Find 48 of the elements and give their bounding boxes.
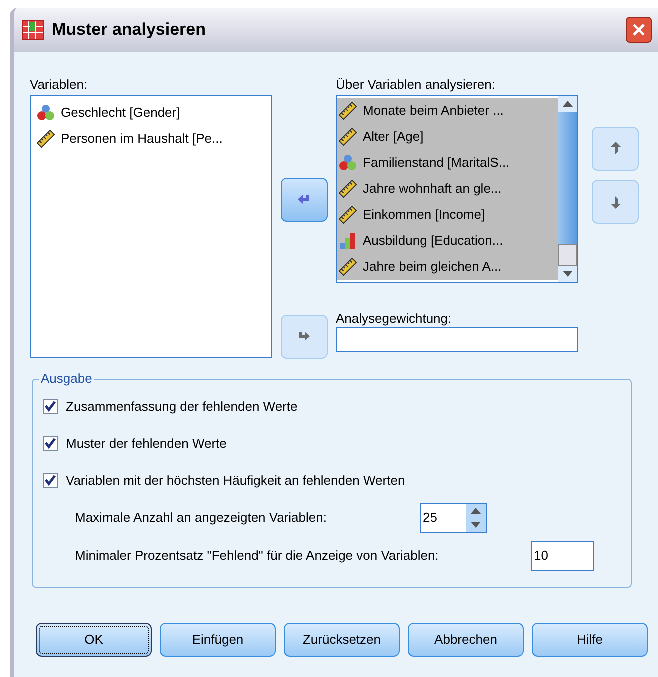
checkbox-label: Muster der fehlenden Werte: [66, 434, 227, 453]
list-label: Variablen:: [30, 76, 89, 94]
scroll-down-icon[interactable]: [562, 271, 572, 277]
dialog-button[interactable]: OK: [36, 623, 152, 657]
balls-icon: [37, 104, 55, 122]
checkmark-icon: [44, 400, 57, 413]
variable-item[interactable]: Einkommen [Income]: [337, 202, 558, 228]
window-title: Muster analysieren: [52, 19, 206, 42]
list-label: Über Variablen analysieren:: [336, 76, 496, 94]
variable-list[interactable]: Geschlecht [Gender] Personen im Haushalt [Pe...: [30, 95, 272, 358]
grid-icon: [22, 20, 44, 40]
variable-item[interactable]: Personen im Haushalt [Pe...: [35, 126, 267, 152]
arrow-button[interactable]: [280, 178, 328, 222]
checkbox-label: Variablen mit der höchsten Häufigkeit an fehlenden Werten: [66, 472, 406, 490]
weight-field[interactable]: [336, 327, 578, 352]
close-icon: [632, 23, 646, 37]
variable-item[interactable]: Geschlecht [Gender]: [35, 100, 267, 126]
scrollbar[interactable]: [558, 96, 577, 282]
scroll-thumb[interactable]: [558, 244, 577, 266]
checkbox[interactable]: [43, 399, 58, 414]
field-label: Analysegewichtung:: [336, 310, 453, 327]
checkbox-label: Zusammenfassung der fehlenden Werte: [66, 398, 298, 416]
spin-down-icon[interactable]: [471, 522, 481, 528]
checkmark-icon: [44, 437, 57, 450]
bar-chart-icon: [339, 232, 357, 250]
scroll-up-icon[interactable]: [562, 101, 572, 107]
percent-field[interactable]: 10: [531, 541, 594, 571]
variable-item[interactable]: Jahre beim gleichen A...: [337, 254, 558, 280]
spin-field[interactable]: 25: [420, 503, 487, 533]
checkbox[interactable]: [43, 436, 58, 451]
group-title: Ausgabe: [39, 371, 94, 387]
balls-icon: [339, 154, 357, 172]
dialog-button[interactable]: Einfügen: [160, 623, 276, 657]
dialog-button[interactable]: Hilfe: [532, 623, 648, 657]
variable-item[interactable]: Familienstand [MaritalS...: [337, 150, 558, 176]
variable-item[interactable]: Jahre wohnhaft an gle...: [337, 176, 558, 202]
variable-item[interactable]: Alter [Age]: [337, 124, 558, 150]
checkmark-icon: [44, 474, 57, 487]
spinner-label: Maximale Anzahl an angezeigten Variablen:: [75, 509, 328, 528]
close-button[interactable]: [626, 17, 652, 43]
field-label: Minimaler Prozentsatz "Fehlend" für die Anzeige von Variablen:: [75, 547, 440, 566]
variable-item[interactable]: Ausbildung [Education...: [337, 228, 558, 254]
dialog-button[interactable]: Abbrechen: [408, 623, 524, 657]
variable-item[interactable]: Monate beim Anbieter ...: [337, 98, 558, 124]
variable-list[interactable]: Monate beim Anbieter ... Alter [Age] Familienstand [MaritalS... Jahre wohnhaft an gle... Einkommen [Income] Ausbildung [Education... Jahre beim gleichen A...: [336, 95, 578, 283]
spin-up-icon[interactable]: [471, 508, 481, 514]
checkbox[interactable]: [43, 473, 58, 488]
dialog-button[interactable]: Zurücksetzen: [284, 623, 400, 657]
